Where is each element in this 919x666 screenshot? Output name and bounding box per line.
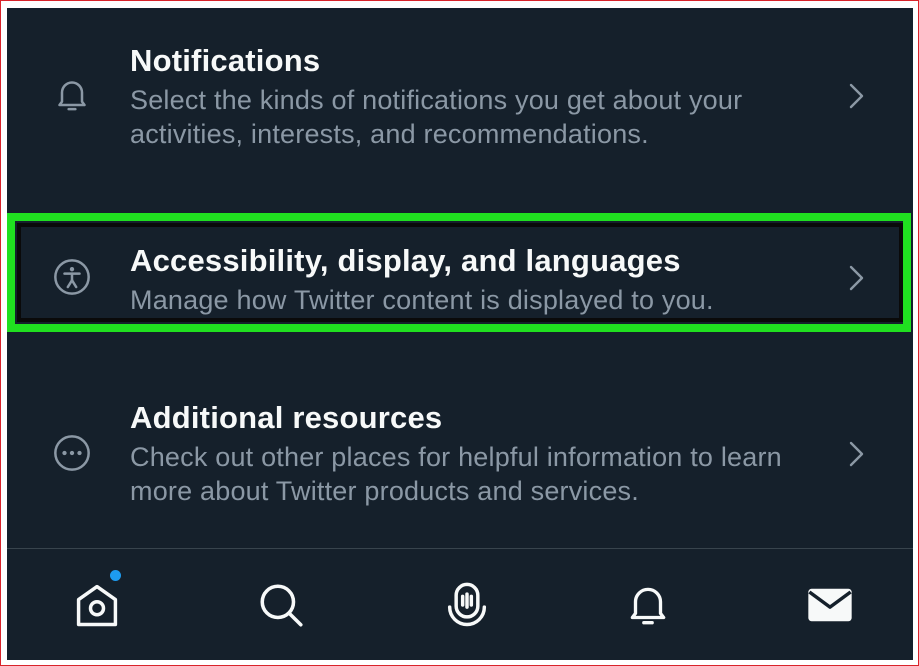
spaces-mic-icon bbox=[447, 582, 487, 627]
tab-notifications[interactable] bbox=[618, 577, 678, 633]
settings-item-title: Notifications bbox=[130, 43, 321, 78]
tab-home[interactable] bbox=[67, 577, 127, 633]
chevron-right-icon bbox=[843, 437, 869, 471]
chevron-right-icon bbox=[843, 79, 869, 113]
settings-item-notifications[interactable]: Notifications Select the kinds of notifi… bbox=[7, 8, 913, 208]
settings-item-description: Manage how Twitter content is displayed … bbox=[130, 285, 714, 315]
tab-spaces[interactable] bbox=[437, 577, 497, 633]
bell-icon bbox=[630, 587, 666, 625]
bell-icon bbox=[51, 74, 93, 116]
search-icon bbox=[260, 584, 303, 627]
settings-item-description: Select the kinds of notifications you ge… bbox=[130, 85, 743, 149]
chevron-right-icon bbox=[843, 261, 869, 295]
settings-item-title: Accessibility, display, and languages bbox=[130, 243, 681, 278]
settings-item-accessibility[interactable]: Accessibility, display, and languages Ma… bbox=[7, 213, 913, 338]
settings-item-title: Additional resources bbox=[130, 400, 443, 435]
home-badge-dot bbox=[110, 570, 121, 581]
envelope-icon bbox=[808, 588, 852, 622]
tab-messages[interactable] bbox=[800, 577, 860, 633]
screenshot-frame: Notifications Select the kinds of notifi… bbox=[0, 0, 919, 666]
more-circle-icon bbox=[51, 432, 93, 474]
settings-item-description: Check out other places for helpful infor… bbox=[130, 442, 782, 506]
bottom-tab-bar bbox=[7, 549, 913, 660]
home-icon bbox=[76, 584, 118, 627]
settings-item-additional-resources[interactable]: Additional resources Check out other pla… bbox=[7, 378, 913, 548]
accessibility-icon bbox=[51, 256, 93, 298]
tab-search[interactable] bbox=[251, 577, 311, 633]
settings-screen: Notifications Select the kinds of notifi… bbox=[7, 8, 913, 660]
